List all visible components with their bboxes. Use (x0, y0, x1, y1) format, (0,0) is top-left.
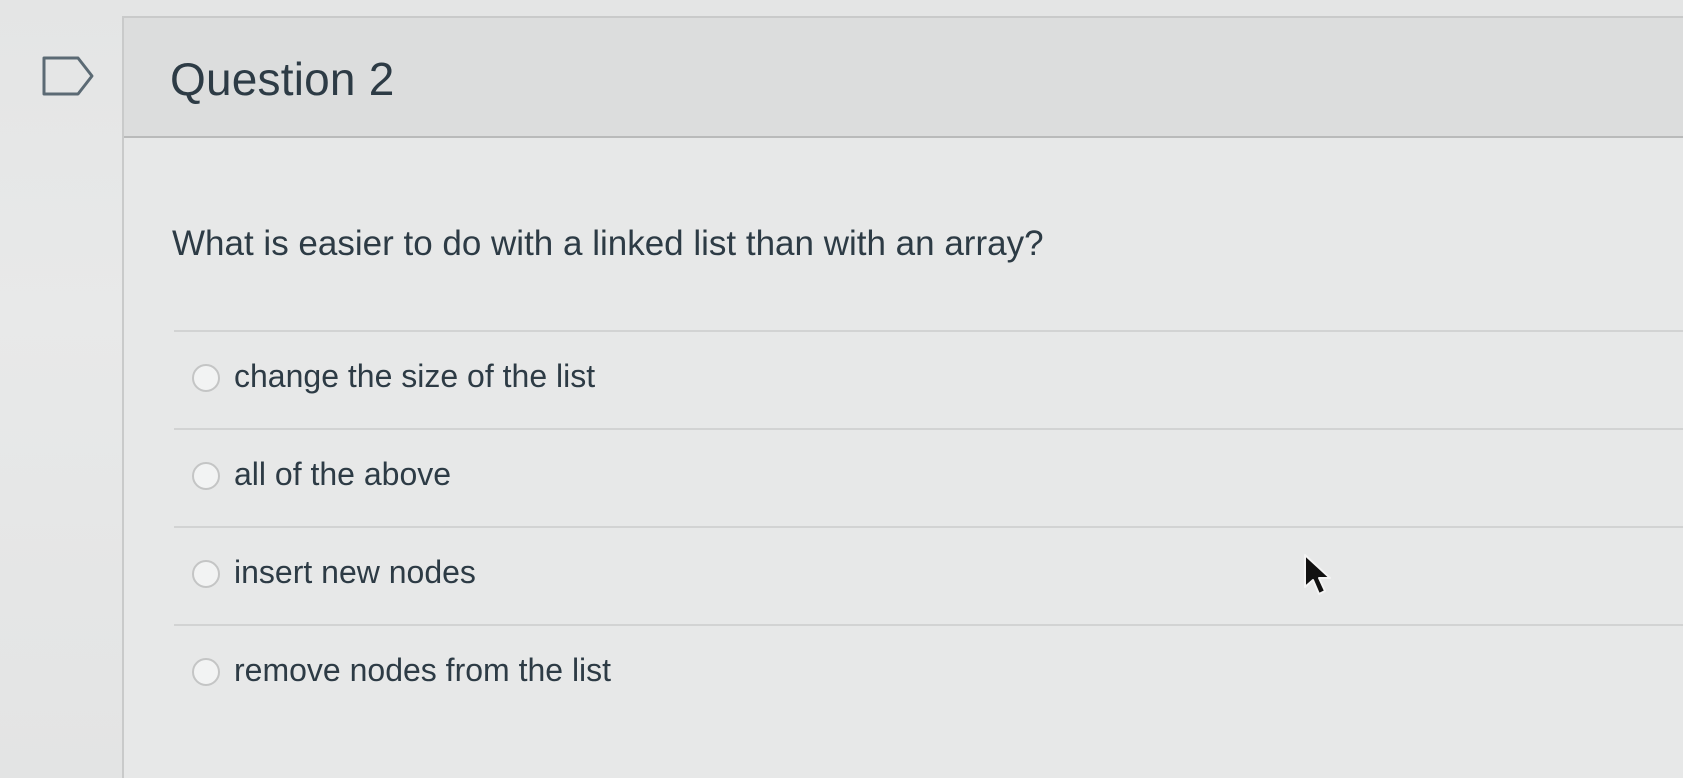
answer-label[interactable]: remove nodes from the list (234, 652, 611, 689)
radio-button[interactable] (192, 560, 220, 588)
radio-button[interactable] (192, 658, 220, 686)
radio-button[interactable] (192, 364, 220, 392)
answer-list: change the size of the list all of the a… (174, 330, 1683, 722)
answer-label[interactable]: all of the above (234, 456, 451, 493)
quiz-page: Question 2 What is easier to do with a l… (0, 0, 1683, 778)
question-title: Question 2 (170, 53, 395, 105)
flag-question-icon[interactable] (42, 56, 94, 96)
answer-label[interactable]: change the size of the list (234, 358, 595, 395)
answer-option[interactable]: all of the above (174, 428, 1683, 526)
radio-button[interactable] (192, 462, 220, 490)
question-header: Question 2 (124, 18, 1683, 138)
answer-option[interactable]: insert new nodes (174, 526, 1683, 624)
answer-option[interactable]: remove nodes from the list (174, 624, 1683, 722)
mouse-pointer-icon (1302, 553, 1336, 597)
question-text: What is easier to do with a linked list … (172, 224, 1044, 263)
question-card: Question 2 What is easier to do with a l… (122, 16, 1683, 778)
answer-label[interactable]: insert new nodes (234, 554, 476, 591)
answer-option[interactable]: change the size of the list (174, 330, 1683, 428)
